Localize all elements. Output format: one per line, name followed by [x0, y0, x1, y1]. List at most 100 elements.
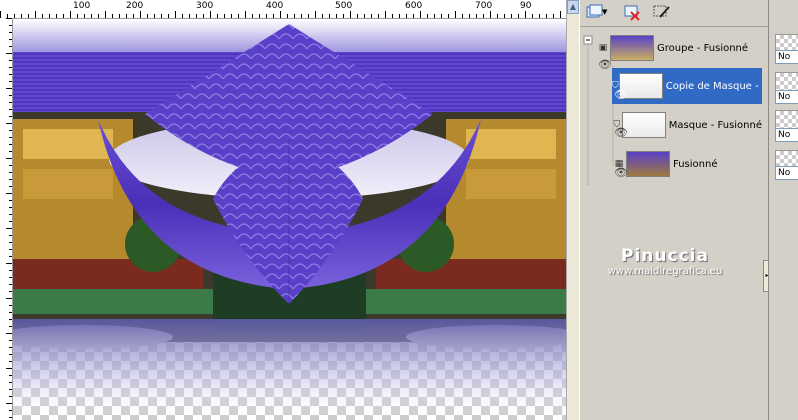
ruler-tick: [105, 11, 106, 18]
ruler-tick: [175, 11, 176, 18]
layer-row-mask-copy[interactable]: ⛉ Copie de Masque - Fus: [612, 68, 762, 104]
ruler-label: 500: [335, 1, 353, 11]
ruler-tick: [9, 256, 12, 257]
ruler-tick: [9, 235, 12, 236]
layer-name: Masque - Fusionné: [668, 119, 762, 131]
ruler-tick: [9, 242, 12, 243]
ruler-tick: [455, 11, 456, 18]
layer-row-raster[interactable]: ▦ Fusionné: [612, 146, 762, 182]
ruler-tick: [273, 14, 274, 18]
ruler-tick: [9, 361, 12, 362]
ruler-tick: [476, 14, 477, 18]
ruler-tick: [448, 14, 449, 18]
ruler-tick: [91, 14, 92, 18]
ruler-tick: [9, 74, 12, 75]
delete-layer-button[interactable]: [622, 3, 642, 21]
ruler-tick: [21, 14, 22, 18]
ruler-tick: [9, 109, 12, 110]
ruler-tick: [147, 14, 148, 18]
ruler-tick: [56, 14, 57, 18]
ruler-label: 100: [73, 1, 91, 11]
ruler-tick: [6, 228, 12, 229]
ruler-tick: [9, 32, 12, 33]
blend-mode-field[interactable]: No: [775, 90, 798, 104]
ruler-tick: [9, 39, 12, 40]
ruler-tick: [413, 14, 414, 18]
image-canvas[interactable]: [13, 19, 566, 420]
ruler-tick: [462, 14, 463, 18]
ruler-tick: [9, 277, 12, 278]
ruler-tick: [399, 14, 400, 18]
ruler-label: 700: [475, 1, 493, 11]
ruler-tick: [9, 270, 12, 271]
ruler-tick: [322, 14, 323, 18]
ruler-tick: [350, 11, 351, 18]
ruler-tick: [385, 11, 386, 18]
ruler-tick: [6, 18, 12, 19]
watermark-title: Pinuccia: [621, 246, 709, 266]
ruler-tick: [315, 11, 316, 18]
ruler-tick: [9, 319, 12, 320]
ruler-tick: [210, 11, 211, 18]
ruler-tick: [560, 11, 561, 18]
ruler-tick: [280, 11, 281, 18]
ruler-tick: [9, 340, 12, 341]
ruler-tick: [441, 14, 442, 18]
ruler-tick: [9, 81, 12, 82]
blend-mode-field[interactable]: No: [775, 128, 798, 142]
edit-layer-button[interactable]: [652, 3, 672, 21]
ruler-tick: [6, 298, 12, 299]
ruler-tick: [6, 158, 12, 159]
ruler-tick: [6, 88, 12, 89]
ruler-label: 200: [126, 1, 144, 11]
layer-thumbnail: [621, 112, 666, 138]
ruler-tick: [497, 14, 498, 18]
ruler-tick: [9, 396, 12, 397]
ruler-tick: [42, 14, 43, 18]
ruler-tick: [9, 389, 12, 390]
ruler-tick: [217, 14, 218, 18]
scroll-up-button[interactable]: ▲: [567, 0, 579, 14]
ruler-tick: [525, 11, 526, 18]
ruler-tick: [9, 214, 12, 215]
eye-icon[interactable]: 👁: [614, 166, 628, 179]
ruler-tick: [9, 67, 12, 68]
ruler-tick: [245, 11, 246, 18]
ruler-tick: [539, 14, 540, 18]
blend-mode-field[interactable]: No: [775, 50, 798, 64]
ruler-tick: [294, 14, 295, 18]
ruler-tick: [9, 186, 12, 187]
ruler-tick: [511, 14, 512, 18]
new-layer-dropdown[interactable]: ▼: [602, 3, 612, 21]
ruler-tick: [126, 14, 127, 18]
blend-mode-field[interactable]: No: [775, 166, 798, 180]
new-layer-button[interactable]: [584, 3, 604, 21]
ruler-tick: [490, 11, 491, 18]
ruler-tick: [9, 291, 12, 292]
artwork-image: [13, 19, 566, 420]
eye-icon[interactable]: 👁: [598, 58, 612, 71]
ruler-tick: [9, 326, 12, 327]
ruler-tick: [9, 25, 12, 26]
layer-row-mask[interactable]: ⛉ Masque - Fusionné: [612, 107, 762, 143]
ruler-tick: [518, 14, 519, 18]
ruler-tick: [532, 14, 533, 18]
layer-properties-column: No No No No: [768, 0, 798, 420]
layer-thumbnail: [626, 151, 670, 177]
ruler-tick: [49, 14, 50, 18]
ruler-tick: [9, 347, 12, 348]
ruler-tick: [259, 14, 260, 18]
ruler-tick: [140, 11, 141, 18]
ruler-tick: [9, 151, 12, 152]
eye-icon[interactable]: 👁: [614, 126, 628, 139]
ruler-tick: [189, 14, 190, 18]
ruler-tick: [9, 200, 12, 201]
ruler-tick: [9, 102, 12, 103]
ruler-top: 100 200 300 400 500 600 700 90: [0, 0, 566, 19]
ruler-tick: [203, 14, 204, 18]
vertical-scrollbar[interactable]: ▲: [566, 0, 579, 420]
ruler-tick: [14, 14, 15, 18]
eye-icon[interactable]: 👁: [614, 88, 628, 101]
ruler-tick: [196, 14, 197, 18]
layer-row-group[interactable]: ▣ Groupe - Fusionné: [596, 30, 766, 66]
